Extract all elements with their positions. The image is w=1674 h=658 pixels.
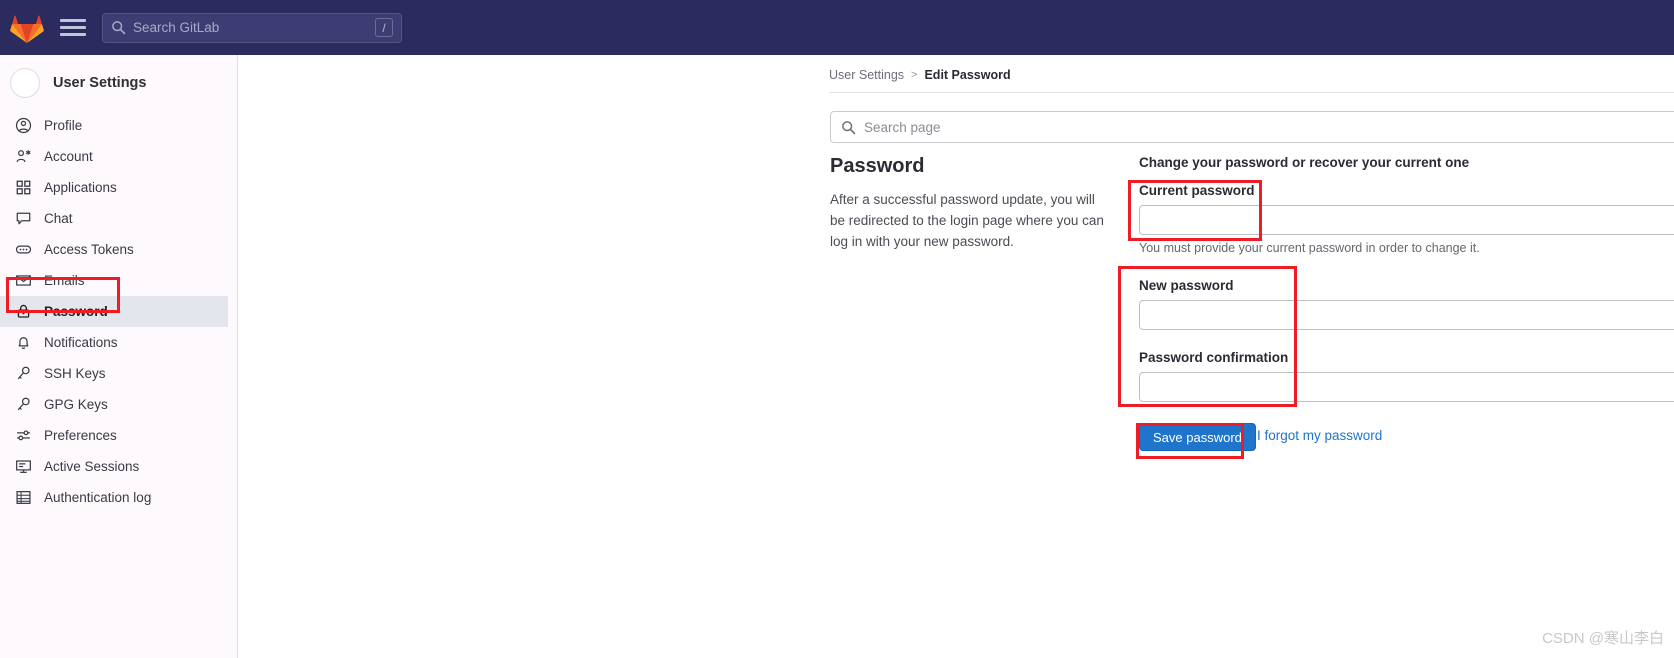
list-grid-icon xyxy=(14,489,32,507)
user-settings-sidebar: User Settings Profile Account Applicatio… xyxy=(0,55,238,658)
search-icon xyxy=(841,120,856,135)
sidebar-item-emails[interactable]: Emails xyxy=(0,265,237,296)
search-icon xyxy=(111,20,126,35)
new-password-input[interactable] xyxy=(1139,300,1674,330)
top-navbar: Search GitLab / xyxy=(0,0,1674,55)
key-icon xyxy=(14,396,32,414)
sidebar-item-password[interactable]: Password xyxy=(0,296,228,327)
sidebar-header: User Settings xyxy=(0,61,237,105)
hamburger-bar xyxy=(60,19,86,22)
password-confirmation-label: Password confirmation xyxy=(1139,350,1289,365)
sidebar-item-access-tokens[interactable]: Access Tokens xyxy=(0,234,237,265)
form-heading: Change your password or recover your cur… xyxy=(1139,155,1470,170)
user-circle-icon xyxy=(14,117,32,135)
save-password-button[interactable]: Save password xyxy=(1139,423,1256,451)
bell-icon xyxy=(14,334,32,352)
breadcrumb-current: Edit Password xyxy=(924,68,1011,82)
hamburger-bar xyxy=(60,26,86,29)
search-shortcut-key: / xyxy=(375,18,393,37)
sidebar-title: User Settings xyxy=(53,75,147,91)
monitor-icon xyxy=(14,458,32,476)
breadcrumb: User Settings > Edit Password xyxy=(829,68,1011,82)
sidebar-item-chat[interactable]: Chat xyxy=(0,203,237,234)
sidebar-item-active-sessions[interactable]: Active Sessions xyxy=(0,451,237,482)
hamburger-menu-icon[interactable] xyxy=(60,17,86,39)
sidebar-item-label: Emails xyxy=(44,273,85,288)
breadcrumb-divider xyxy=(829,92,1674,93)
page-title: Password xyxy=(830,155,925,177)
sidebar-nav-list: Profile Account Applications Chat Access… xyxy=(0,110,237,513)
current-password-input[interactable] xyxy=(1139,205,1674,235)
sidebar-item-label: Authentication log xyxy=(44,490,152,505)
sidebar-item-label: Applications xyxy=(44,180,117,195)
sidebar-item-gpg-keys[interactable]: GPG Keys xyxy=(0,389,237,420)
gitlab-fox-logo[interactable] xyxy=(10,12,44,44)
sidebar-item-label: Password xyxy=(44,304,108,319)
account-icon xyxy=(14,148,32,166)
sidebar-item-authentication-log[interactable]: Authentication log xyxy=(0,482,237,513)
sidebar-item-label: Profile xyxy=(44,118,83,133)
sliders-icon xyxy=(14,427,32,445)
sidebar-item-preferences[interactable]: Preferences xyxy=(0,420,237,451)
hamburger-bar xyxy=(60,33,86,36)
sidebar-item-label: Active Sessions xyxy=(44,459,140,474)
current-password-help-text: You must provide your current password i… xyxy=(1139,241,1480,255)
chat-bubble-icon xyxy=(14,210,32,228)
password-confirmation-input[interactable] xyxy=(1139,372,1674,402)
sidebar-item-label: SSH Keys xyxy=(44,366,106,381)
sidebar-item-applications[interactable]: Applications xyxy=(0,172,237,203)
main-content: User Settings > Edit Password Search pag… xyxy=(238,55,1674,658)
page-search-input[interactable]: Search page xyxy=(830,111,1674,143)
sidebar-item-label: GPG Keys xyxy=(44,397,108,412)
sidebar-item-label: Access Tokens xyxy=(44,242,134,257)
sidebar-item-label: Preferences xyxy=(44,428,117,443)
envelope-icon xyxy=(14,272,32,290)
sidebar-item-label: Account xyxy=(44,149,93,164)
current-password-label: Current password xyxy=(1139,183,1255,198)
key-icon xyxy=(14,365,32,383)
watermark: CSDN @寒山李白 xyxy=(1542,630,1664,647)
new-password-label: New password xyxy=(1139,278,1234,293)
sidebar-item-label: Notifications xyxy=(44,335,118,350)
global-search-input[interactable]: Search GitLab / xyxy=(102,12,402,43)
breadcrumb-parent[interactable]: User Settings xyxy=(829,68,904,82)
sidebar-item-account[interactable]: Account xyxy=(0,141,237,172)
sidebar-item-notifications[interactable]: Notifications xyxy=(0,327,237,358)
user-avatar xyxy=(10,68,40,98)
token-icon xyxy=(14,241,32,259)
forgot-password-link[interactable]: I forgot my password xyxy=(1257,428,1382,443)
sidebar-item-ssh-keys[interactable]: SSH Keys xyxy=(0,358,237,389)
sidebar-item-profile[interactable]: Profile xyxy=(0,110,237,141)
page-search-placeholder: Search page xyxy=(864,119,941,135)
section-description: After a successful password update, you … xyxy=(830,192,1104,249)
applications-icon xyxy=(14,179,32,197)
breadcrumb-separator: > xyxy=(911,69,918,81)
sidebar-item-label: Chat xyxy=(44,211,73,226)
global-search-placeholder: Search GitLab xyxy=(133,20,220,35)
lock-icon xyxy=(14,303,32,321)
